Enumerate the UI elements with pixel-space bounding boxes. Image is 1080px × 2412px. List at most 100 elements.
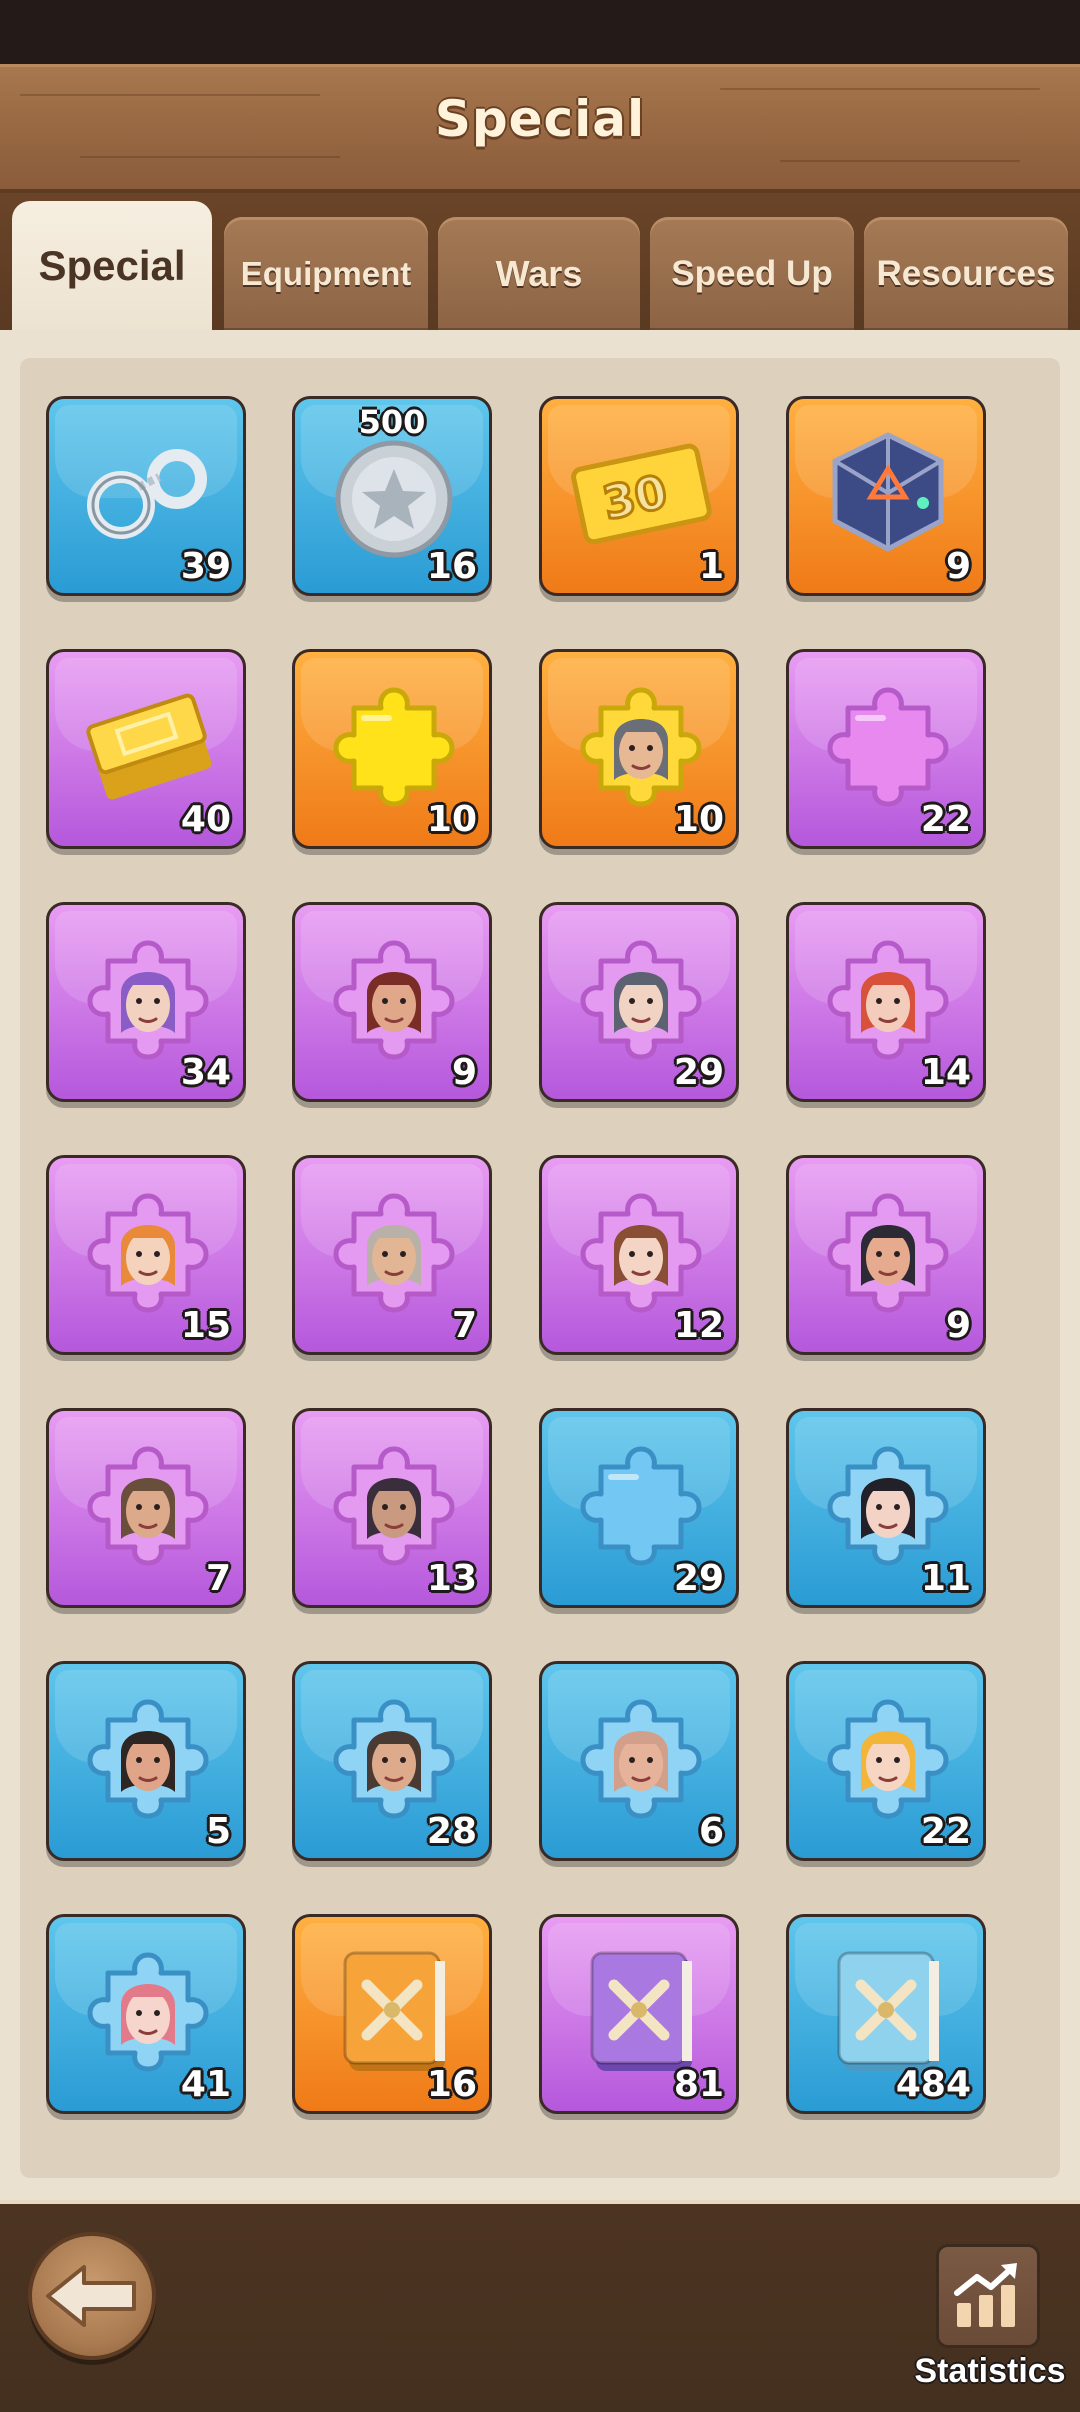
- item-count: 40: [180, 799, 231, 840]
- inventory-item[interactable]: 81: [539, 1914, 739, 2114]
- item-grid: 39 500 16 30 1 9 40 10 10 22 34 9 29 14 …: [20, 358, 1060, 2178]
- bottom-bar: Statistics: [0, 2200, 1080, 2412]
- hero-puzzle-pink-hair-woman-icon: [73, 1935, 223, 2085]
- inventory-item[interactable]: 9: [786, 396, 986, 596]
- item-count: 28: [426, 1811, 477, 1852]
- hero-puzzle-hat-man-icon: [319, 923, 469, 1073]
- inventory-item[interactable]: 9: [786, 1155, 986, 1355]
- inventory-item[interactable]: 22: [786, 649, 986, 849]
- hero-puzzle-hooded-man-icon: [319, 1429, 469, 1579]
- item-count: 29: [673, 1558, 724, 1599]
- blue-puzzle-piece-icon: [566, 1429, 716, 1579]
- item-count: 22: [920, 1811, 971, 1852]
- back-button[interactable]: [28, 2232, 156, 2360]
- tab-special[interactable]: Special: [12, 201, 212, 330]
- item-count: 6: [698, 1811, 724, 1852]
- item-count: 12: [673, 1305, 724, 1346]
- statistics-chart-icon: [954, 2263, 1017, 2327]
- inventory-item[interactable]: 14: [786, 902, 986, 1102]
- item-count: 10: [673, 799, 724, 840]
- item-count: 10: [426, 799, 477, 840]
- blue-skill-book-icon: [813, 1935, 963, 2085]
- item-count: 1: [698, 546, 724, 587]
- inventory-item[interactable]: 28: [292, 1661, 492, 1861]
- hero-puzzle-ginger-woman-icon: [73, 1176, 223, 1326]
- item-count: 7: [451, 1305, 477, 1346]
- hero-puzzle-old-man-icon: [319, 1176, 469, 1326]
- hero-puzzle-brown-hair-woman-icon: [566, 1176, 716, 1326]
- inventory-item[interactable]: 22: [786, 1661, 986, 1861]
- back-arrow-icon: [46, 2265, 136, 2327]
- inventory-item[interactable]: 15: [46, 1155, 246, 1355]
- hero-puzzle-angry-man-icon: [73, 1682, 223, 1832]
- inventory-item[interactable]: 10: [292, 649, 492, 849]
- hero-puzzle-purple-hair-woman-icon: [73, 923, 223, 1073]
- inventory-item[interactable]: 34: [46, 902, 246, 1102]
- hero-puzzle-red-hair-woman-icon: [813, 923, 963, 1073]
- inventory-item[interactable]: 30 1: [539, 396, 739, 596]
- mystic-cube-icon: [813, 417, 963, 567]
- purple-skill-book-icon: [566, 1935, 716, 2085]
- item-count: 41: [180, 2064, 231, 2105]
- item-count: 81: [673, 2064, 724, 2105]
- hero-puzzle-blonde-woman-icon: [813, 1682, 963, 1832]
- inventory-item[interactable]: 7: [46, 1408, 246, 1608]
- inventory-item[interactable]: 6: [539, 1661, 739, 1861]
- inventory-item[interactable]: 39: [46, 396, 246, 596]
- item-count: 15: [180, 1305, 231, 1346]
- orange-skill-book-icon: [319, 1935, 469, 2085]
- tab-wars[interactable]: Wars: [438, 217, 640, 330]
- item-count: 9: [945, 1305, 971, 1346]
- inventory-item[interactable]: 29: [539, 902, 739, 1102]
- inventory-item[interactable]: 13: [292, 1408, 492, 1608]
- hero-puzzle-bald-man-icon: [566, 1682, 716, 1832]
- inventory-item[interactable]: 10: [539, 649, 739, 849]
- inventory-item[interactable]: 484: [786, 1914, 986, 2114]
- item-count: 7: [205, 1558, 231, 1599]
- item-count: 11: [920, 1558, 971, 1599]
- inventory-item[interactable]: 41: [46, 1914, 246, 2114]
- hero-puzzle-black-hair-woman-icon: [813, 1429, 963, 1579]
- statistics-button[interactable]: [936, 2244, 1040, 2348]
- item-count: 484: [895, 2064, 971, 2105]
- item-count: 9: [945, 546, 971, 587]
- hero-puzzle-bandana-man-icon: [319, 1682, 469, 1832]
- statistics-label: Statistics: [914, 2352, 1066, 2390]
- item-count: 16: [426, 546, 477, 587]
- inventory-item[interactable]: 11: [786, 1408, 986, 1608]
- purple-puzzle-piece-icon: [813, 670, 963, 820]
- tab-speed-up[interactable]: Speed Up: [650, 217, 854, 330]
- inventory-item[interactable]: 500 16: [292, 396, 492, 596]
- item-count: 22: [920, 799, 971, 840]
- gold-ticket-30-icon: 30: [566, 417, 716, 567]
- item-count: 39: [180, 546, 231, 587]
- tab-equipment[interactable]: Equipment: [224, 217, 428, 330]
- page-title: Special: [434, 90, 646, 148]
- item-count: 5: [205, 1811, 231, 1852]
- tab-bar: Special Equipment Wars Speed Up Resource…: [0, 193, 1080, 330]
- item-count: 34: [180, 1052, 231, 1093]
- inventory-item[interactable]: 7: [292, 1155, 492, 1355]
- status-bar: [0, 0, 1080, 64]
- inventory-item[interactable]: 9: [292, 902, 492, 1102]
- item-count: 14: [920, 1052, 971, 1093]
- tab-resources[interactable]: Resources: [864, 217, 1068, 330]
- gold-puzzle-piece-icon: [319, 670, 469, 820]
- inventory-item[interactable]: 5: [46, 1661, 246, 1861]
- item-count: 16: [426, 2064, 477, 2105]
- inventory-item[interactable]: 29: [539, 1408, 739, 1608]
- item-count: 29: [673, 1052, 724, 1093]
- handcuffs-icon: [73, 417, 223, 567]
- hero-puzzle-bearded-man-icon: [73, 1429, 223, 1579]
- hero-puzzle-fat-man-hat-icon: [813, 1176, 963, 1326]
- item-count: 13: [426, 1558, 477, 1599]
- item-count: 9: [451, 1052, 477, 1093]
- inventory-item[interactable]: 16: [292, 1914, 492, 2114]
- hero-puzzle-gray-haired-man-icon: [566, 670, 716, 820]
- gold-bars-icon: [73, 670, 223, 820]
- title-bar: Special: [0, 64, 1080, 193]
- inventory-area: 39 500 16 30 1 9 40 10 10 22 34 9 29 14 …: [0, 330, 1080, 2200]
- item-value-label: 500: [358, 403, 426, 441]
- inventory-item[interactable]: 40: [46, 649, 246, 849]
- inventory-item[interactable]: 12: [539, 1155, 739, 1355]
